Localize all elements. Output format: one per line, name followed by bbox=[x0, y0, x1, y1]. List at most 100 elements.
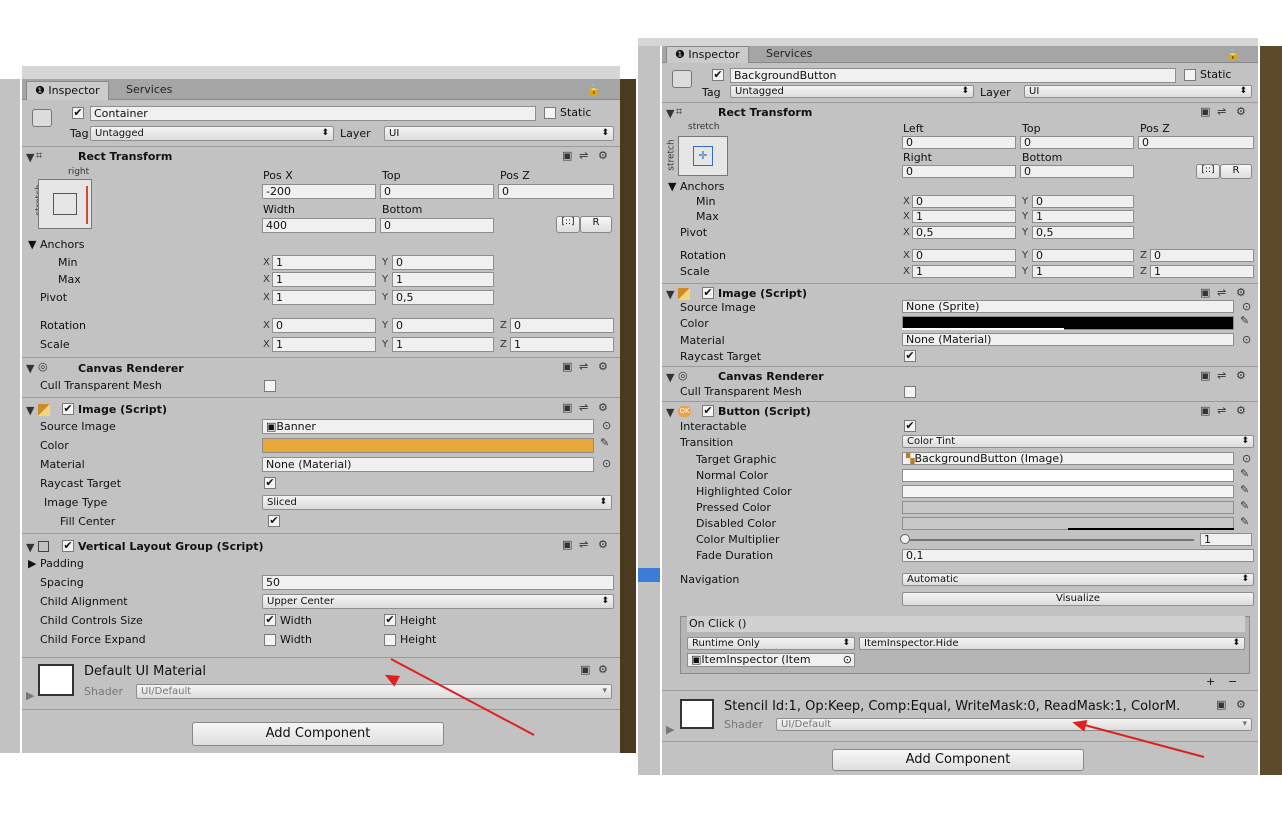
scale-x[interactable]: 1 bbox=[272, 337, 376, 352]
component-gear-icon[interactable]: ⚙ bbox=[1236, 404, 1246, 417]
visualize-button[interactable]: Visualize bbox=[902, 592, 1254, 606]
normal-color-field[interactable] bbox=[902, 469, 1234, 482]
fill-center-checkbox[interactable]: ✔ bbox=[268, 515, 280, 527]
object-picker-icon[interactable]: ⊙ bbox=[602, 457, 611, 470]
component-gear-icon[interactable]: ⚙ bbox=[1236, 698, 1246, 711]
anchor-max-x[interactable]: 1 bbox=[272, 272, 376, 287]
runtime-dropdown[interactable]: Runtime Only ⬍ bbox=[687, 637, 855, 650]
shader-dropdown[interactable]: UI/Default ▾ bbox=[136, 684, 612, 699]
component-preset-icon[interactable]: ⇌ bbox=[1217, 369, 1226, 382]
blueprint-mode-button[interactable]: [::] bbox=[556, 216, 580, 233]
pivot-y[interactable]: 0,5 bbox=[392, 290, 494, 305]
raw-edit-button[interactable]: R bbox=[1220, 164, 1252, 179]
source-image-field[interactable]: None (Sprite) bbox=[902, 300, 1234, 313]
foldout-arrow-icon[interactable]: ▶ bbox=[666, 723, 674, 736]
object-picker-icon[interactable]: ⊙ bbox=[1242, 333, 1251, 346]
controls-width-checkbox[interactable]: ✔ bbox=[264, 614, 276, 626]
active-checkbox[interactable]: ✔ bbox=[712, 69, 724, 81]
multiplier-slider-track[interactable] bbox=[904, 539, 1194, 541]
component-help-icon[interactable]: ▣ bbox=[562, 401, 572, 414]
eyedropper-icon[interactable]: ✎ bbox=[1240, 483, 1249, 496]
image-enabled-checkbox[interactable]: ✔ bbox=[702, 287, 714, 299]
static-checkbox[interactable] bbox=[1184, 69, 1196, 81]
component-preset-icon[interactable]: ⇌ bbox=[1217, 286, 1226, 299]
image-enabled-checkbox[interactable]: ✔ bbox=[62, 403, 74, 415]
foldout-arrow-icon[interactable]: ▼ bbox=[666, 288, 674, 301]
component-help-icon[interactable]: ▣ bbox=[562, 360, 572, 373]
scale-x[interactable]: 1 bbox=[912, 265, 1016, 278]
rotation-z[interactable]: 0 bbox=[1150, 249, 1254, 262]
static-label[interactable]: Static bbox=[560, 106, 591, 119]
rotation-x[interactable]: 0 bbox=[272, 318, 376, 333]
cull-checkbox[interactable] bbox=[264, 380, 276, 392]
image-color-field[interactable] bbox=[262, 438, 594, 453]
tab-inspector[interactable]: ❶ Inspector bbox=[26, 81, 109, 100]
highlighted-color-field[interactable] bbox=[902, 485, 1234, 498]
interactable-checkbox[interactable]: ✔ bbox=[904, 420, 916, 432]
padding-foldout[interactable]: ▶ Padding bbox=[28, 557, 84, 570]
rt-field-right[interactable]: 0 bbox=[902, 165, 1016, 178]
rt-field-top[interactable]: 0 bbox=[380, 184, 494, 199]
tab-inspector[interactable]: ❶ Inspector bbox=[666, 46, 749, 63]
function-dropdown[interactable]: ItemInspector.Hide ⬍ bbox=[859, 637, 1245, 650]
pressed-color-field[interactable] bbox=[902, 501, 1234, 514]
button-enabled-checkbox[interactable]: ✔ bbox=[702, 405, 714, 417]
source-image-field[interactable]: ▣Banner bbox=[262, 419, 594, 434]
fade-duration-field[interactable]: 0,1 bbox=[902, 549, 1254, 562]
anchor-preset-button[interactable]: ✛ bbox=[678, 136, 728, 176]
add-event-button[interactable]: + bbox=[1206, 675, 1215, 688]
object-name-field[interactable]: Container bbox=[90, 106, 536, 121]
eyedropper-icon[interactable]: ✎ bbox=[1240, 499, 1249, 512]
active-checkbox[interactable]: ✔ bbox=[72, 107, 84, 119]
eyedropper-icon[interactable]: ✎ bbox=[1240, 515, 1249, 528]
component-preset-icon[interactable]: ⇌ bbox=[1217, 404, 1226, 417]
material-field[interactable]: None (Material) bbox=[902, 333, 1234, 346]
component-gear-icon[interactable]: ⚙ bbox=[598, 663, 608, 676]
layer-dropdown[interactable]: UI ⬍ bbox=[384, 126, 614, 141]
scale-y[interactable]: 1 bbox=[1032, 265, 1134, 278]
blueprint-mode-button[interactable]: [::] bbox=[1196, 164, 1220, 179]
add-component-button[interactable]: Add Component bbox=[832, 749, 1084, 771]
component-help-icon[interactable]: ▣ bbox=[1200, 369, 1210, 382]
eyedropper-icon[interactable]: ✎ bbox=[600, 436, 609, 449]
pivot-x[interactable]: 1 bbox=[272, 290, 376, 305]
rt-field-posx[interactable]: -200 bbox=[262, 184, 376, 199]
layer-dropdown[interactable]: UI ⬍ bbox=[1024, 85, 1252, 98]
pivot-y[interactable]: 0,5 bbox=[1032, 226, 1134, 239]
rt-field-bottom[interactable]: 0 bbox=[1020, 165, 1134, 178]
component-help-icon[interactable]: ▣ bbox=[580, 663, 590, 676]
component-preset-icon[interactable]: ⇌ bbox=[1217, 105, 1226, 118]
material-field[interactable]: None (Material) bbox=[262, 457, 594, 472]
anchors-foldout[interactable]: ▼ Anchors bbox=[28, 238, 84, 251]
anchor-min-x[interactable]: 1 bbox=[272, 255, 376, 270]
component-help-icon[interactable]: ▣ bbox=[1200, 404, 1210, 417]
child-alignment-dropdown[interactable]: Upper Center ⬍ bbox=[262, 594, 614, 609]
eyedropper-icon[interactable]: ✎ bbox=[1240, 314, 1249, 327]
anchor-min-y[interactable]: 0 bbox=[1032, 195, 1134, 208]
object-picker-icon[interactable]: ⊙ bbox=[843, 654, 852, 666]
component-gear-icon[interactable]: ⚙ bbox=[1236, 286, 1246, 299]
anchor-max-y[interactable]: 1 bbox=[392, 272, 494, 287]
expand-width-checkbox[interactable] bbox=[264, 634, 276, 646]
eyedropper-icon[interactable]: ✎ bbox=[1240, 467, 1249, 480]
component-preset-icon[interactable]: ⇌ bbox=[579, 401, 588, 414]
foldout-arrow-icon[interactable]: ▼ bbox=[26, 541, 34, 554]
static-label[interactable]: Static bbox=[1200, 68, 1231, 81]
rt-field-width[interactable]: 400 bbox=[262, 218, 376, 233]
component-gear-icon[interactable]: ⚙ bbox=[598, 360, 608, 373]
component-help-icon[interactable]: ▣ bbox=[1216, 698, 1226, 711]
anchor-min-x[interactable]: 0 bbox=[912, 195, 1016, 208]
rt-field-left[interactable]: 0 bbox=[902, 136, 1016, 149]
component-preset-icon[interactable]: ⇌ bbox=[579, 538, 588, 551]
component-preset-icon[interactable]: ⇌ bbox=[579, 149, 588, 162]
scale-y[interactable]: 1 bbox=[392, 337, 494, 352]
foldout-arrow-icon[interactable]: ▶ bbox=[26, 689, 34, 702]
tab-services[interactable]: Services bbox=[118, 81, 180, 99]
component-help-icon[interactable]: ▣ bbox=[562, 538, 572, 551]
anchors-foldout[interactable]: ▼ Anchors bbox=[668, 180, 724, 193]
tab-services[interactable]: Services bbox=[758, 46, 820, 64]
add-component-button[interactable]: Add Component bbox=[192, 722, 444, 746]
anchor-max-x[interactable]: 1 bbox=[912, 210, 1016, 223]
transition-dropdown[interactable]: Color Tint ⬍ bbox=[902, 435, 1254, 448]
foldout-arrow-icon[interactable]: ▼ bbox=[666, 371, 674, 384]
